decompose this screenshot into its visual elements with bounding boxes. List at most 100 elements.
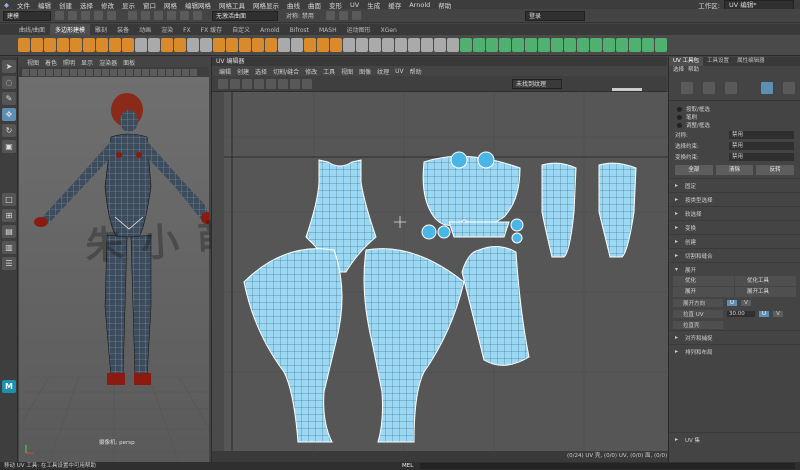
shelf-tool-icon[interactable] [44,38,56,52]
uv-menu-help[interactable]: 帮助 [407,67,425,76]
side-menu-select[interactable]: 选择 [673,66,684,75]
viewport-toolbar-icon[interactable] [102,68,109,76]
render-icon[interactable] [325,11,335,20]
shelf-tool-icon[interactable] [356,38,368,52]
shelf-tab-rendering[interactable]: 渲染 [156,24,178,35]
viewport-toolbar-icon[interactable] [126,68,133,76]
straighten-uv-button[interactable]: 拉直 UV [673,309,723,318]
uv-shell-leg-right[interactable] [363,248,465,443]
unfold-u-button[interactable]: U [727,299,737,306]
uv-shell-piece-a[interactable] [510,218,524,232]
shelf-tool-icon[interactable] [109,38,121,52]
shelf-tool-icon[interactable] [57,38,69,52]
shelf-tool-icon[interactable] [616,38,628,52]
viewport-toolbar-icon[interactable] [38,68,45,76]
shelf-tool-icon[interactable] [551,38,563,52]
uv-menu-tools[interactable]: 工具 [320,67,338,76]
edge-mode-icon[interactable] [703,81,715,94]
uv-shell-eye-left[interactable] [450,151,468,169]
uv-shell-ear-left[interactable] [421,224,437,240]
shelf-tool-icon[interactable] [239,38,251,52]
viewport-toolbar-icon[interactable] [174,68,181,76]
uv-shell-eye-right[interactable] [477,151,495,169]
paint-select-icon[interactable]: ✎ [2,92,16,105]
viewport-toolbar-icon[interactable] [166,68,173,76]
viewport-toolbar-icon[interactable] [78,68,85,76]
outliner-layout-icon[interactable]: ▤ [2,225,16,238]
invert-button[interactable]: 反转 [756,165,795,175]
viewport-canvas[interactable]: 摄像机: persp [19,77,209,462]
shelf-tab-curves[interactable]: 曲线/曲面 [14,24,50,35]
vp-menu-lighting[interactable]: 照明 [60,58,78,67]
option-tweak-marquee[interactable]: 调整/框选 [669,121,800,129]
shelf-tool-icon[interactable] [512,38,524,52]
viewport-toolbar-icon[interactable] [182,68,189,76]
straighten-u-button[interactable]: U [759,310,769,317]
viewport-toolbar-icon[interactable] [30,68,37,76]
uv-menu-modify[interactable]: 修改 [302,67,320,76]
section-select-by-type[interactable]: ▸ 按类型选择 [669,192,800,206]
single-view-icon[interactable]: □ [2,193,16,206]
open-scene-icon[interactable] [68,11,77,20]
uv-shell-piece-b[interactable] [511,232,523,244]
shelf-tool-icon[interactable] [265,38,277,52]
shelf-tab-poly[interactable]: 多边形建模 [50,24,91,35]
select-component-icon[interactable] [154,11,163,20]
uv-shell-neck[interactable] [448,221,510,238]
viewport-toolbar-icon[interactable] [118,68,125,76]
uv-menu-edit[interactable]: 编辑 [216,67,234,76]
transform-constraint-dropdown[interactable]: 禁用 [729,152,794,161]
shelf-tool-icon[interactable] [304,38,316,52]
uv-shell-face[interactable] [422,155,521,226]
section-soft-select[interactable]: ▸ 软选择 [669,206,800,220]
shelf-tool-icon[interactable] [577,38,589,52]
shelf-tab-fx-cache[interactable]: FX 缓存 [196,24,227,35]
shelf-tool-icon[interactable] [525,38,537,52]
uv-menu-textures[interactable]: 纹理 [374,67,392,76]
shelf-tool-icon[interactable] [330,38,342,52]
shelf-tool-icon[interactable] [473,38,485,52]
shelf-tool-icon[interactable] [83,38,95,52]
symmetry-status[interactable]: 对称: 禁用 [286,11,314,20]
shelf-tool-icon[interactable] [135,38,147,52]
clear-button[interactable]: 清除 [715,165,754,175]
uv-toolbar-icon[interactable] [278,78,288,89]
mode-dropdown[interactable]: 建模 [3,10,51,21]
texture-dropdown[interactable]: 未找到纹理 [512,78,562,89]
render-settings-icon[interactable] [351,11,361,20]
viewport-toolbar-icon[interactable] [22,68,29,76]
unfold-v-button[interactable]: V [741,299,751,306]
shelf-tool-icon[interactable] [499,38,511,52]
optimize-button[interactable]: 优化 [673,276,734,286]
vp-menu-show[interactable]: 显示 [78,58,96,67]
tab-tool-settings[interactable]: 工具设置 [703,57,733,66]
shelf-tool-icon[interactable] [226,38,238,52]
shelf-tool-icon[interactable] [96,38,108,52]
viewport-toolbar-icon[interactable] [86,68,93,76]
viewport-toolbar-icon[interactable] [46,68,53,76]
unfold-tool-button[interactable]: 展开工具 [735,287,796,297]
select-constraint-dropdown[interactable]: 禁用 [729,141,794,150]
uv-menu-uv[interactable]: UV [392,68,407,75]
tab-uv-toolkit[interactable]: UV 工具包 [669,57,704,66]
vp-menu-panels[interactable]: 面板 [120,58,138,67]
persp-graph-layout-icon[interactable]: ▥ [2,241,16,254]
face-mode-icon[interactable] [725,81,737,94]
shelf-tab-animation[interactable]: 动画 [134,24,156,35]
viewport-toolbar-icon[interactable] [94,68,101,76]
uv-toolbar-icon[interactable] [218,78,228,89]
uv-toolbar-icon[interactable] [242,78,252,89]
shelf-tool-icon[interactable] [460,38,472,52]
shelf-tool-icon[interactable] [18,38,30,52]
option-pick-marquee[interactable]: 按取/框选 [669,105,800,113]
shelf-tool-icon[interactable] [317,38,329,52]
select-hierarchy-icon[interactable] [128,11,137,20]
perspective-viewport[interactable]: 视图 着色 照明 显示 渲染器 面板 摄像机: persp [19,57,209,462]
uv-shells[interactable] [224,92,668,451]
four-view-icon[interactable]: ⊞ [2,209,16,222]
shelf-tool-icon[interactable] [174,38,186,52]
character-model[interactable] [19,77,209,462]
section-arrange-layout[interactable]: ▸ 排列和布局 [669,344,800,358]
vp-menu-view[interactable]: 视图 [24,58,42,67]
uv-toolbar-icon[interactable] [266,78,276,89]
